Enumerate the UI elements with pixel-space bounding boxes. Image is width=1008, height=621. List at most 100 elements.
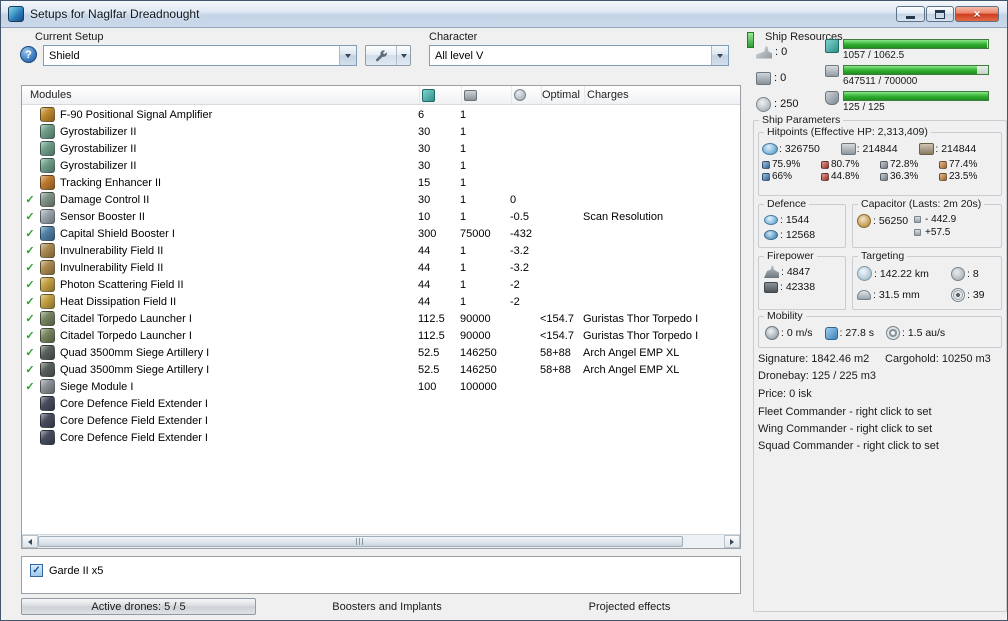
module-icon-cell	[38, 362, 60, 377]
charges-column-header[interactable]: Charges	[585, 86, 740, 104]
hitpoints-box: Hitpoints (Effective HP: 2,313,409) 3267…	[758, 126, 1002, 196]
module-icon-cell	[38, 277, 60, 292]
module-icon-cell	[38, 345, 60, 360]
module-row[interactable]: Tracking Enhancer II 15 1	[22, 174, 740, 191]
module-row[interactable]: ✓ Invulnerability Field II 44 1 -3.2	[22, 242, 740, 259]
horizontal-scrollbar[interactable]	[22, 534, 740, 548]
squad-commander-info[interactable]: Squad Commander - right click to set	[758, 440, 939, 452]
powergrid-usage-text: 647511 / 700000	[843, 76, 918, 87]
drone-active-checkbox[interactable]: ✓	[30, 564, 43, 577]
module-icon-cell	[38, 413, 60, 428]
module-type-icon	[40, 328, 55, 343]
module-row[interactable]: ✓ Capital Shield Booster I 300 75000 -43…	[22, 225, 740, 242]
module-type-icon	[40, 158, 55, 173]
module-name: Citadel Torpedo Launcher I	[60, 329, 192, 342]
module-name: Gyrostabilizer II	[60, 142, 137, 155]
scroll-left-button[interactable]	[22, 535, 38, 548]
defence-box: Defence 1544 12568	[758, 198, 846, 248]
module-name: Tracking Enhancer II	[60, 176, 162, 189]
scrollbar-thumb[interactable]	[38, 536, 683, 547]
current-setup-dropdown-button[interactable]	[339, 46, 356, 65]
titlebar[interactable]: Setups for Naglfar Dreadnought ×	[1, 1, 1007, 28]
module-row[interactable]: Gyrostabilizer II 30 1	[22, 123, 740, 140]
module-type-icon	[40, 345, 55, 360]
align-time-value: 27.8 s	[840, 327, 874, 339]
tab-projected-effects[interactable]: Projected effects	[518, 598, 741, 615]
firepower-title: Firepower	[764, 250, 817, 262]
module-row[interactable]: Core Defence Field Extender I	[22, 395, 740, 412]
module-row[interactable]: Core Defence Field Extender I	[22, 429, 740, 446]
module-row[interactable]: ✓ Quad 3500mm Siege Artillery I 52.5 146…	[22, 361, 740, 378]
tab-active-drones[interactable]: Active drones: 5 / 5	[21, 598, 256, 615]
max-targets-icon	[951, 266, 965, 281]
module-cap-value: -3.2	[510, 261, 529, 274]
module-row[interactable]: ✓ Siege Module I 100 100000	[22, 378, 740, 395]
module-powergrid-value: 1	[460, 142, 467, 155]
dps-icon	[764, 281, 778, 293]
resist-group: 75.9% 66%	[762, 159, 821, 182]
setup-tools-button[interactable]	[365, 45, 411, 66]
module-powergrid-value: 1	[460, 210, 467, 223]
wing-commander-info[interactable]: Wing Commander - right click to set	[758, 423, 932, 435]
module-row[interactable]: Core Defence Field Extender I	[22, 412, 740, 429]
module-row[interactable]: F-90 Positional Signal Amplifier 6 1	[22, 106, 740, 123]
module-row[interactable]: ✓ Invulnerability Field II 44 1 -3.2	[22, 259, 740, 276]
module-row[interactable]: ✓ Sensor Booster II 10 1 -0.5 Scan Resol…	[22, 208, 740, 225]
dps-value: 42338	[780, 281, 815, 293]
current-setup-select[interactable]: Shield	[43, 45, 357, 66]
module-type-icon	[40, 260, 55, 275]
powergrid-column-header[interactable]	[462, 86, 512, 104]
cpu-column-header[interactable]	[420, 86, 462, 104]
module-row[interactable]: ✓ Citadel Torpedo Launcher I 112.5 90000…	[22, 327, 740, 344]
armor-resist-value: 44.8%	[831, 171, 860, 182]
tab-boosters-implants[interactable]: Boosters and Implants	[256, 598, 518, 615]
module-name: Invulnerability Field II	[60, 244, 164, 257]
resistances: 75.9% 66% 80.7% 44.8% 72.8% 36.3% 77.4% …	[759, 157, 1001, 182]
module-cap-value: -2	[510, 278, 520, 291]
module-row[interactable]: ✓ Photon Scattering Field II 44 1 -2	[22, 276, 740, 293]
tools-dropdown-button[interactable]	[396, 46, 410, 65]
module-row[interactable]: Gyrostabilizer II 30 1	[22, 140, 740, 157]
drone-name[interactable]: Garde II x5	[49, 565, 103, 577]
module-powergrid-value: 90000	[460, 329, 491, 342]
chevron-down-icon	[345, 53, 351, 58]
modules-column-header[interactable]: Modules	[22, 86, 420, 104]
scrollbar-track[interactable]	[38, 535, 724, 548]
calibration: 250	[756, 95, 826, 113]
cpu-bar-fill	[844, 40, 988, 48]
align-time-icon	[824, 326, 838, 340]
modules-panel: Modules Optimal Charges F-90 Positional …	[21, 85, 741, 549]
module-active-check-icon: ✓	[25, 262, 35, 274]
capacitor-column-header[interactable]	[512, 86, 542, 104]
close-button[interactable]: ×	[955, 6, 999, 22]
character-dropdown-button[interactable]	[711, 46, 728, 65]
current-setup-label: Current Setup	[35, 31, 104, 43]
module-name: Sensor Booster II	[60, 210, 145, 223]
maximize-button[interactable]	[926, 6, 954, 22]
module-name: Quad 3500mm Siege Artillery I	[60, 346, 210, 359]
module-powergrid-value: 1	[460, 295, 467, 308]
module-icon-cell	[38, 175, 60, 190]
module-type-icon	[40, 226, 55, 241]
module-active-check-icon: ✓	[25, 296, 35, 308]
module-row[interactable]: Gyrostabilizer II 30 1	[22, 157, 740, 174]
module-row[interactable]: ✓ Citadel Torpedo Launcher I 112.5 90000…	[22, 310, 740, 327]
capacitor-title: Capacitor (Lasts: 2m 20s)	[858, 198, 985, 210]
optimal-column-header[interactable]: Optimal	[542, 86, 585, 104]
module-row[interactable]: ✓ Damage Control II 30 1 0	[22, 191, 740, 208]
module-optimal-value: 58+88	[540, 346, 571, 359]
module-cap-value: -0.5	[510, 210, 529, 223]
powergrid-icon	[825, 65, 839, 77]
damage-type-icon	[880, 160, 888, 169]
scroll-right-button[interactable]	[724, 535, 740, 548]
bar-resources: 1057 / 1062.5 647511 / 700000 125 / 125	[825, 39, 1005, 113]
module-row[interactable]: ✓ Heat Dissipation Field II 44 1 -2	[22, 293, 740, 310]
module-name: Core Defence Field Extender I	[60, 431, 208, 444]
help-button[interactable]: ?	[20, 46, 37, 63]
fleet-commander-info[interactable]: Fleet Commander - right click to set	[758, 406, 932, 418]
module-row[interactable]: ✓ Quad 3500mm Siege Artillery I 52.5 146…	[22, 344, 740, 361]
module-icon-cell	[38, 294, 60, 309]
character-select[interactable]: All level V	[429, 45, 729, 66]
module-name: Gyrostabilizer II	[60, 125, 137, 138]
minimize-button[interactable]	[896, 6, 925, 22]
